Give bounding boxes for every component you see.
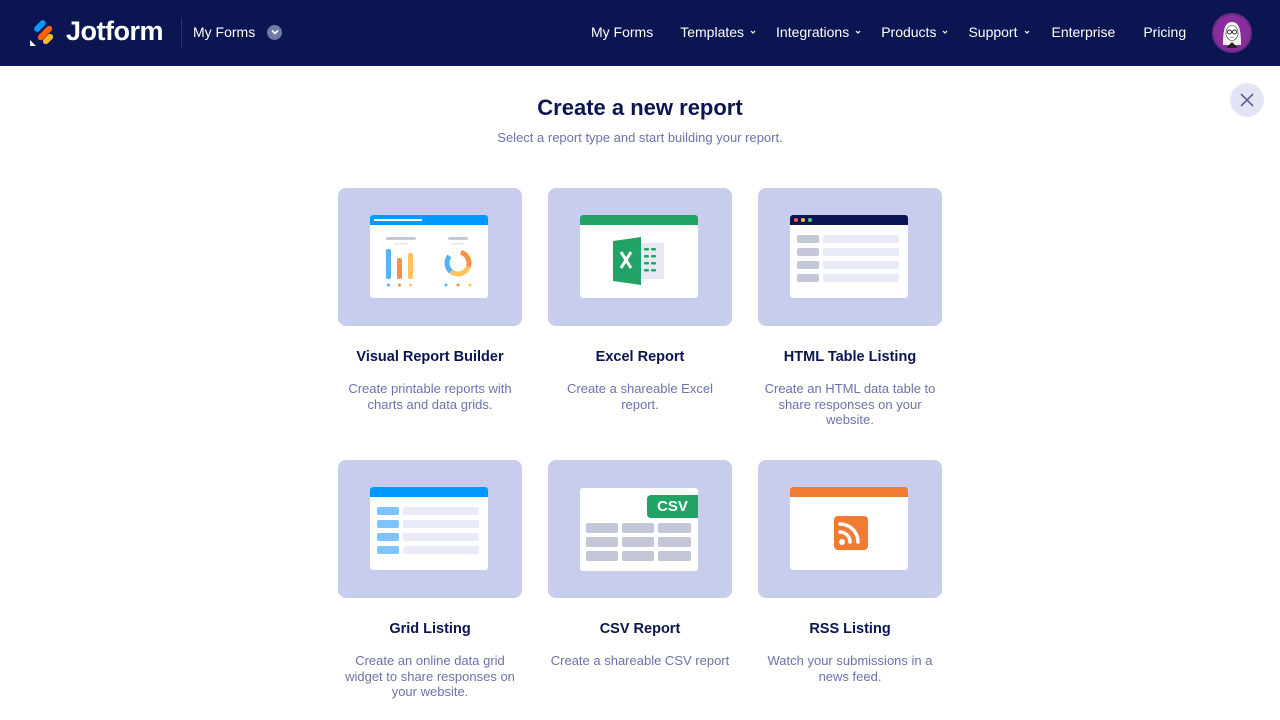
- nav-label: My Forms: [591, 24, 654, 40]
- report-type-name: Visual Report Builder: [356, 349, 504, 365]
- rss-icon: [834, 516, 868, 550]
- nav-label: Enterprise: [1051, 24, 1116, 40]
- report-type-name: RSS Listing: [809, 621, 891, 637]
- page-title: Create a new report: [537, 95, 743, 120]
- report-thumbnail: [338, 460, 522, 598]
- rss-window: [790, 487, 908, 570]
- nav-label: Support: [968, 24, 1018, 40]
- nav-label: Products: [881, 24, 937, 40]
- excel-icon: [580, 215, 698, 298]
- csv-badge: CSV: [647, 495, 698, 518]
- report-type-description: Watch your submissions in a news feed.: [767, 653, 933, 684]
- report-type-description: Create an HTML data table to share respo…: [764, 381, 936, 427]
- my-forms-dropdown[interactable]: My Forms: [193, 24, 283, 40]
- my-forms-dropdown-label: My Forms: [193, 24, 256, 40]
- report-type-name: Grid Listing: [389, 621, 471, 637]
- main-nav: My Forms Templates Integrations Products…: [591, 24, 1186, 40]
- chevron-down-icon: [267, 24, 283, 40]
- report-thumbnail: [758, 188, 942, 326]
- avatar-illustration-icon: [1223, 22, 1241, 48]
- report-type-grid-listing[interactable]: Grid Listing Create an online data grid …: [338, 460, 522, 700]
- report-type-rss-listing[interactable]: RSS Listing Watch your submissions in a …: [758, 460, 942, 684]
- report-thumbnail: CSV: [548, 460, 732, 598]
- report-type-name: Excel Report: [595, 349, 685, 365]
- chevron-down-icon: [750, 30, 756, 34]
- report-type-excel-report[interactable]: Excel Report Create a shareable Excel re…: [548, 188, 732, 412]
- nav-label: Pricing: [1143, 24, 1187, 40]
- user-avatar[interactable]: [1212, 13, 1252, 53]
- top-navigation-bar: Jotform My Forms My Forms Templates Inte…: [0, 0, 1280, 66]
- grid-icon: [370, 487, 488, 570]
- chart-dashboard-icon: [370, 215, 488, 298]
- report-thumbnail: [548, 188, 732, 326]
- report-type-csv-report[interactable]: CSV CSV Report Create a shareable CSV re…: [548, 460, 732, 669]
- nav-enterprise[interactable]: Enterprise: [1052, 24, 1116, 40]
- nav-pricing[interactable]: Pricing: [1143, 24, 1186, 40]
- chevron-down-icon: [943, 30, 948, 34]
- page-subtitle: Select a report type and start building …: [497, 130, 783, 145]
- report-type-name: HTML Table Listing: [783, 349, 917, 365]
- csv-icon: CSV: [580, 488, 698, 571]
- report-thumbnail: [338, 188, 522, 326]
- chevron-down-icon: [855, 30, 861, 34]
- report-type-description: Create an online data grid widget to sha…: [345, 653, 515, 699]
- header-divider: [181, 18, 182, 48]
- jotform-logo-icon[interactable]: [28, 18, 56, 48]
- nav-label: Integrations: [776, 24, 850, 40]
- chevron-down-icon: [1024, 30, 1029, 34]
- report-type-name: CSV Report: [599, 621, 681, 637]
- brand-name[interactable]: Jotform: [66, 16, 164, 47]
- report-type-description: Create printable reports with charts and…: [348, 381, 512, 412]
- nav-label: Templates: [680, 24, 745, 40]
- report-thumbnail: [758, 460, 942, 598]
- nav-support[interactable]: Support: [968, 24, 1029, 40]
- html-table-icon: [790, 215, 908, 298]
- report-type-visual-report-builder[interactable]: Visual Report Builder Create printable r…: [338, 188, 522, 412]
- nav-templates[interactable]: Templates: [680, 24, 756, 40]
- report-type-description: Create a shareable Excel report.: [567, 381, 713, 412]
- nav-products[interactable]: Products: [881, 24, 948, 40]
- nav-integrations[interactable]: Integrations: [776, 24, 861, 40]
- report-type-html-table-listing[interactable]: HTML Table Listing Create an HTML data t…: [758, 188, 942, 428]
- nav-my-forms[interactable]: My Forms: [591, 24, 653, 40]
- report-type-description: Create a shareable CSV report: [550, 653, 730, 668]
